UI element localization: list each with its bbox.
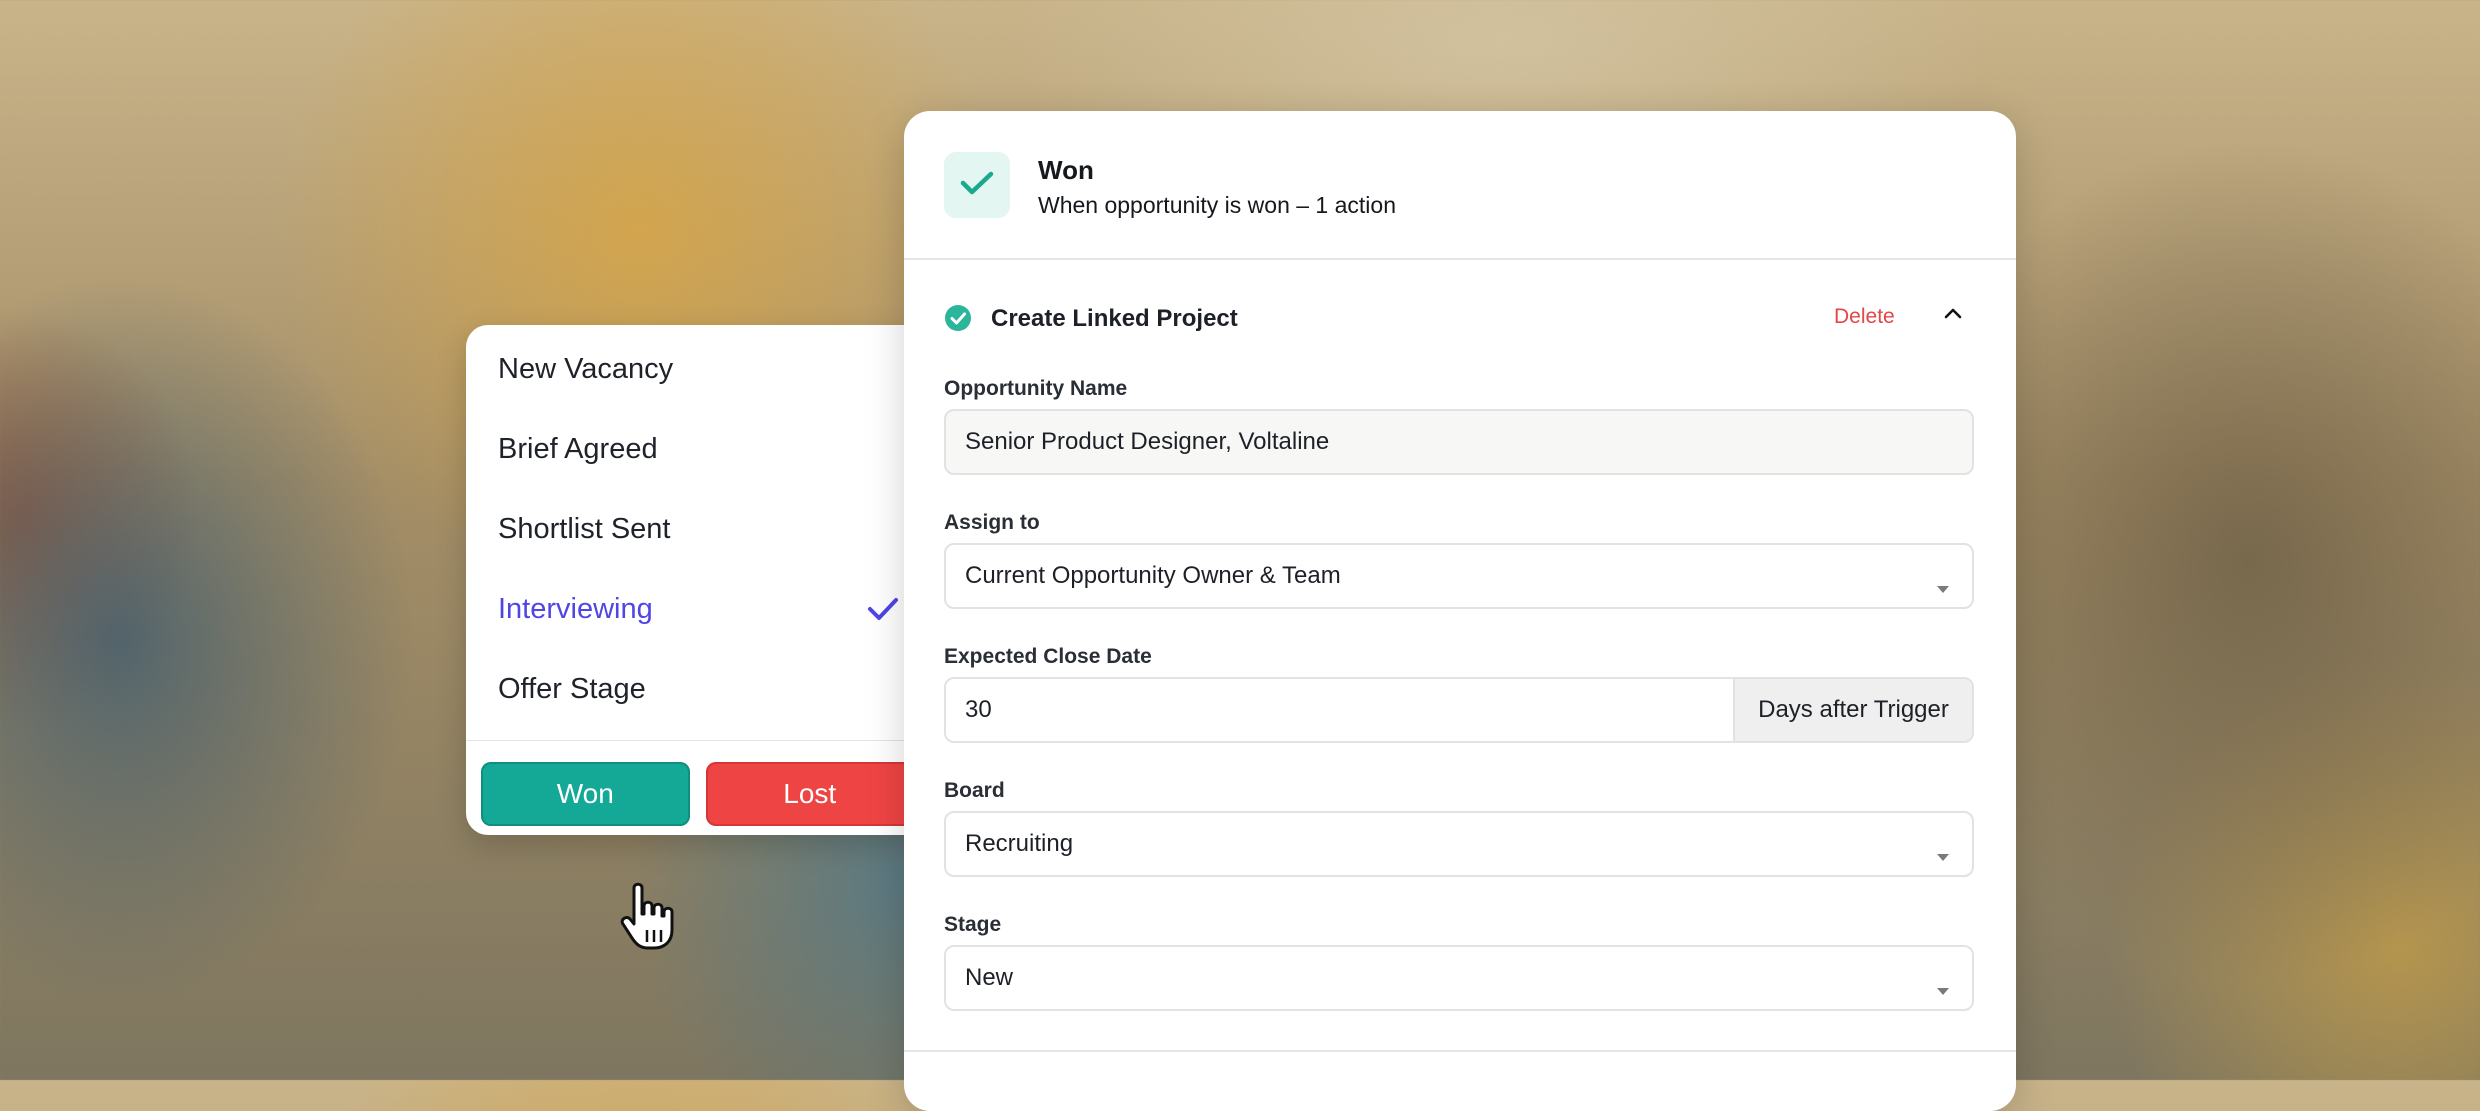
caret-down-icon <box>1936 841 1950 869</box>
stage-select[interactable]: New <box>944 945 1974 1011</box>
board-select[interactable]: Recruiting <box>944 811 1974 877</box>
assign-to-value: Current Opportunity Owner & Team <box>965 562 1341 589</box>
days-after-trigger-addon: Days after Trigger <box>1733 679 1972 741</box>
trigger-badge <box>944 152 1010 218</box>
trigger-header: Won When opportunity is won – 1 action <box>904 111 2016 260</box>
board-label: Board <box>944 779 1005 802</box>
trigger-title: Won <box>1038 155 1094 185</box>
board-value: Recruiting <box>965 830 1074 857</box>
stage-option-interviewing[interactable]: Interviewing <box>466 569 929 649</box>
trigger-subtitle: When opportunity is won – 1 action <box>1038 192 1396 218</box>
stage-dropdown-menu: New Vacancy Brief Agreed Shortlist Sent … <box>466 325 929 835</box>
stage-option-label: Offer Stage <box>498 672 646 705</box>
action-header: Create Linked Project Delete <box>904 260 2016 370</box>
expected-close-date-label: Expected Close Date <box>944 645 1152 668</box>
stage-option-new-vacancy[interactable]: New Vacancy <box>466 329 929 409</box>
check-circle-icon <box>944 304 972 337</box>
action-title: Create Linked Project <box>991 305 1238 332</box>
stage-option-label: Shortlist Sent <box>498 512 671 545</box>
opportunity-name-label: Opportunity Name <box>944 377 1128 400</box>
stage-option-shortlist-sent[interactable]: Shortlist Sent <box>466 489 929 569</box>
stage-option-label: Interviewing <box>498 592 653 625</box>
stage-option-label: Brief Agreed <box>498 432 658 465</box>
opportunity-name-field[interactable]: Senior Product Designer, Voltaline <box>944 409 1974 475</box>
panel-divider <box>904 1050 2016 1052</box>
caret-down-icon <box>1936 975 1950 1003</box>
check-icon <box>867 597 899 621</box>
check-icon <box>960 170 994 201</box>
assign-to-label: Assign to <box>944 511 1040 534</box>
chevron-up-icon[interactable] <box>1937 300 1969 331</box>
lost-button[interactable]: Lost <box>705 762 914 826</box>
expected-close-days-value: 30 <box>965 696 992 723</box>
assign-to-select[interactable]: Current Opportunity Owner & Team <box>944 543 1974 609</box>
stage-label: Stage <box>944 913 1002 936</box>
stage-option-brief-agreed[interactable]: Brief Agreed <box>466 409 929 489</box>
opportunity-name-value: Senior Product Designer, Voltaline <box>965 428 1330 455</box>
delete-action-link[interactable]: Delete <box>1834 305 1895 329</box>
expected-close-date-field[interactable]: 30 Days after Trigger <box>944 677 1974 743</box>
automation-panel: Won When opportunity is won – 1 action C… <box>904 111 2016 1111</box>
stage-option-label: New Vacancy <box>498 352 674 385</box>
won-button[interactable]: Won <box>481 762 690 826</box>
stage-list: New Vacancy Brief Agreed Shortlist Sent … <box>466 329 929 729</box>
hand-pointer-cursor-icon <box>620 880 690 957</box>
caret-down-icon <box>1936 573 1950 601</box>
stage-option-offer-stage[interactable]: Offer Stage <box>466 649 929 729</box>
stage-outcome-buttons: Won Lost <box>466 741 929 826</box>
stage-value: New <box>965 964 1014 991</box>
